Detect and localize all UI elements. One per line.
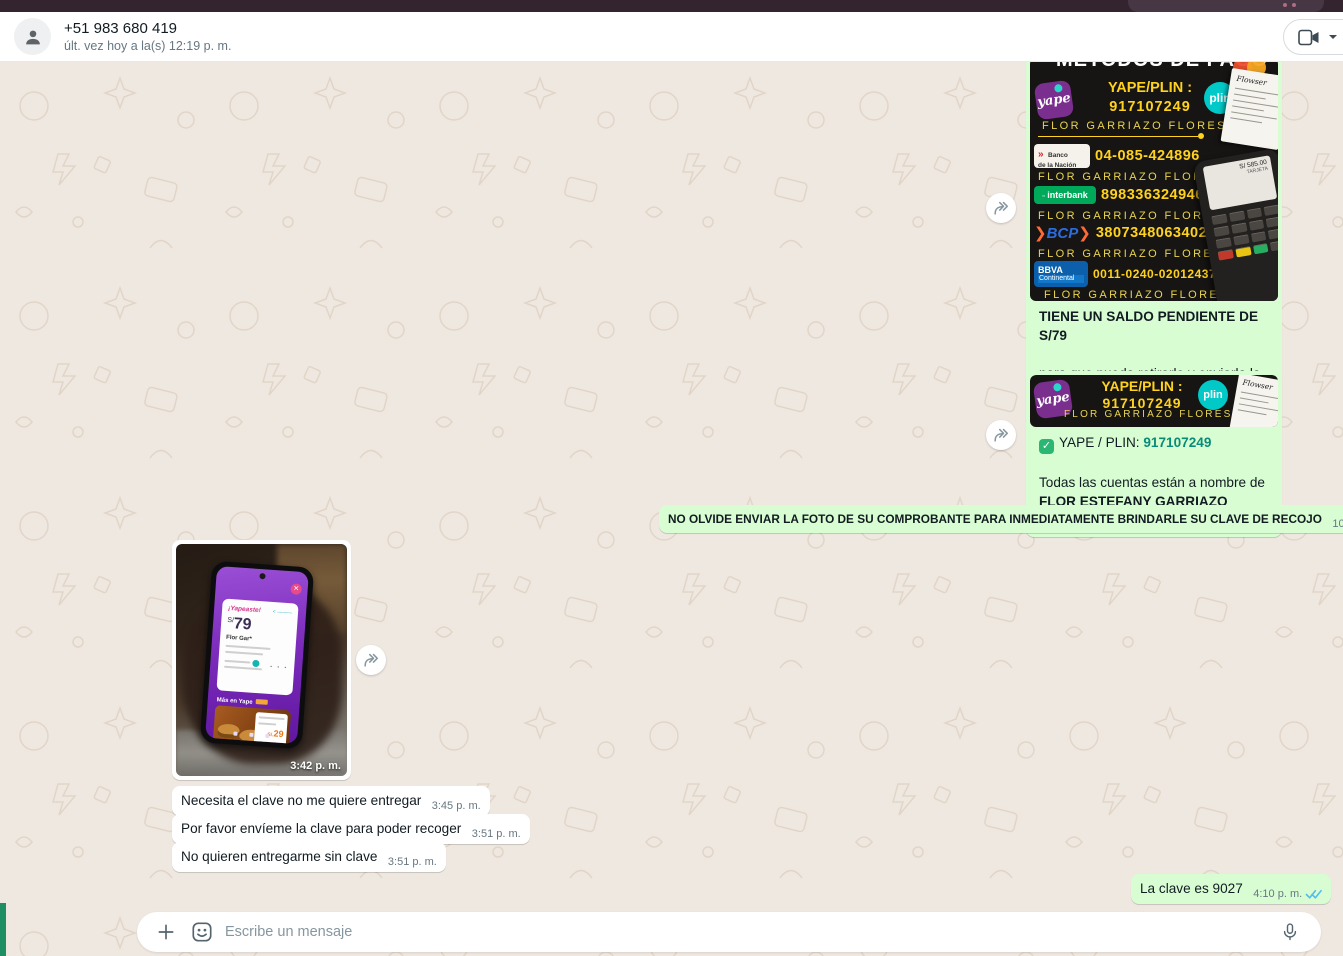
chat-message-area: MÉTODOS DE PAGO yape YAPE/PLIN : 9171072… <box>0 62 1343 956</box>
read-receipt-double-check-icon <box>1305 889 1322 900</box>
yape-plin-label: YAPE/PLIN : <box>1090 80 1210 96</box>
forward-icon <box>361 650 381 670</box>
yape-receipt-card: ¡Yapeaste! < ——— S/79 Flor Gar* • • • <box>216 598 298 695</box>
message-incoming[interactable]: Necesita el clave no me quiere entregar … <box>172 786 490 816</box>
message-time: 3:51 p. m. <box>472 828 521 840</box>
yape-plin-banner-image[interactable]: yape YAPE/PLIN : 917107249 plin FLOR GAR… <box>1030 375 1278 427</box>
message-text: Todas las cuentas están a nombre de <box>1039 473 1269 492</box>
banco-nacion-logo: » Banco de la Nación <box>1034 144 1090 168</box>
account-owner: FLOR GARRIAZO FLORES <box>1064 409 1232 420</box>
plin-logo-icon: plin <box>1198 380 1228 410</box>
bank-name: BBVA <box>1038 265 1084 275</box>
message-incoming[interactable]: No quieren entregarme sin clave 3:51 p. … <box>172 842 446 872</box>
message-text: Por favor envíeme la clave para poder re… <box>181 821 461 836</box>
receipt-graphic: Flowser <box>1221 68 1278 150</box>
bank-name: de la Nación <box>1038 162 1086 169</box>
message-time: 4:10 p. m. <box>1253 888 1302 900</box>
voice-message-button[interactable] <box>1275 917 1305 947</box>
contact-avatar[interactable] <box>14 18 51 55</box>
check-mark-emoji: ✓ <box>1039 439 1054 454</box>
photo-image[interactable]: ✕ ¡Yapeaste! < ——— S/79 Flor Gar* <box>176 544 347 776</box>
whatsapp-window: +51 983 680 419 últ. vez hoy a la(s) 12:… <box>0 0 1343 956</box>
microphone-icon <box>1280 922 1300 942</box>
message-time: 3:51 p. m. <box>388 856 437 868</box>
yape-logo-text: yape <box>1036 90 1071 109</box>
titlebar-dot <box>1283 3 1287 7</box>
message-text: La clave es 9027 <box>1140 881 1243 896</box>
account-owner: FLOR GARRIAZO FLORES <box>1038 248 1223 260</box>
phone-number-link[interactable]: 917107249 <box>1143 435 1211 450</box>
account-number: 04-085-424896 <box>1095 148 1200 164</box>
photo-phone: ✕ ¡Yapeaste! < ——— S/79 Flor Gar* <box>200 561 314 750</box>
message-key[interactable]: La clave es 9027 4:10 p. m. <box>1131 874 1331 904</box>
message-meta: 10:32 a. m. <box>1332 518 1343 530</box>
share-link: < ——— <box>273 609 293 616</box>
message-text: Necesita el clave no me quiere entregar <box>181 793 421 808</box>
payment-methods-image[interactable]: MÉTODOS DE PAGO yape YAPE/PLIN : 9171072… <box>1030 62 1278 301</box>
action-icons: • • • <box>270 664 288 671</box>
sticker-emoji-button[interactable] <box>187 917 217 947</box>
account-owner: FLOR GARRIAZO FLORES <box>1042 120 1227 132</box>
receipt-graphic: Flowser <box>1230 375 1278 427</box>
close-icon: ✕ <box>290 583 302 595</box>
message-incoming[interactable]: Por favor envíeme la clave para poder re… <box>172 814 530 844</box>
account-owner: FLOR GARRIAZO FLORES <box>1044 289 1229 301</box>
video-camera-icon <box>1298 29 1320 46</box>
photo-timestamp: 3:42 p. m. <box>290 760 341 772</box>
divider <box>1038 136 1198 137</box>
message-text: No quieren entregarme sin clave <box>181 849 377 864</box>
photo-phone-screen: ✕ ¡Yapeaste! < ——— S/79 Flor Gar* <box>205 566 309 744</box>
left-edge-accent-strip <box>0 903 6 956</box>
plin-logo-text: plin <box>1203 389 1223 401</box>
bank-name: Banco <box>1048 152 1068 159</box>
video-call-button[interactable] <box>1283 19 1343 55</box>
message-text: ✓YAPE / PLIN: 917107249 <box>1039 433 1269 454</box>
forward-message-button[interactable] <box>986 193 1016 223</box>
chat-header: +51 983 680 419 últ. vez hoy a la(s) 12:… <box>0 12 1343 62</box>
attach-plus-button[interactable] <box>151 917 181 947</box>
account-number: 0011-0240-0201243721 <box>1093 267 1230 281</box>
bank-name: BCP <box>1047 225 1079 242</box>
message-meta: 4:10 p. m. <box>1253 888 1322 900</box>
yape-plin-label: YAPE/PLIN : <box>1082 378 1202 394</box>
account-number: 8983363249460 <box>1101 187 1212 203</box>
bank-name: Continental <box>1038 275 1084 283</box>
message-composer <box>137 912 1321 952</box>
sticker-icon <box>191 921 213 943</box>
person-icon <box>22 26 44 48</box>
yape-logo-icon: yape <box>1034 80 1075 121</box>
message-text: NO OLVIDE ENVIAR LA FOTO DE SU COMPROBAN… <box>668 512 1322 526</box>
bank-name: interbank <box>1047 190 1088 200</box>
receipt-brand: Flowser <box>1242 378 1278 394</box>
account-owner: FLOR GARRIAZO FLORES <box>1038 210 1223 222</box>
forward-icon <box>991 425 1011 445</box>
yape-plin-banner-graphic: yape YAPE/PLIN : 917107249 plin FLOR GAR… <box>1030 375 1278 427</box>
titlebar-dot <box>1292 3 1296 7</box>
plus-icon <box>156 922 176 942</box>
receipt-brand: Flowser <box>1236 74 1278 90</box>
message-reminder[interactable]: NO OLVIDE ENVIAR LA FOTO DE SU COMPROBAN… <box>659 505 1343 533</box>
interbank-logo: ▫ interbank <box>1034 186 1096 204</box>
account-number: 38073480634024 <box>1096 225 1216 241</box>
teal-button-dot <box>252 660 259 667</box>
contact-info[interactable]: +51 983 680 419 últ. vez hoy a la(s) 12:… <box>64 20 231 54</box>
yape-plin-number: 917107249 <box>1090 99 1210 115</box>
forward-message-button[interactable] <box>986 420 1016 450</box>
chevron-down-icon <box>1328 34 1338 40</box>
message-time: 10:32 a. m. <box>1332 518 1343 530</box>
forward-icon <box>991 198 1011 218</box>
message-text: TIENE UN SALDO PENDIENTE DE S/79 <box>1039 307 1269 345</box>
yape-amount: S/79 <box>226 615 291 637</box>
contact-last-seen: últ. vez hoy a la(s) 12:19 p. m. <box>64 38 231 54</box>
window-titlebar <box>0 0 1343 12</box>
forward-message-button[interactable] <box>356 645 386 675</box>
message-time: 3:45 p. m. <box>432 800 481 812</box>
bbva-logo: BBVA Continental <box>1034 261 1088 287</box>
message-input[interactable] <box>225 924 1275 940</box>
message-photo[interactable]: ✕ ¡Yapeaste! < ——— S/79 Flor Gar* <box>172 540 351 780</box>
bcp-logo: ❯BCP❯ <box>1034 224 1091 242</box>
contact-name: +51 983 680 419 <box>64 20 231 38</box>
yape-logo-text: yape <box>1035 389 1070 408</box>
payment-methods-graphic: MÉTODOS DE PAGO yape YAPE/PLIN : 9171072… <box>1030 62 1278 301</box>
